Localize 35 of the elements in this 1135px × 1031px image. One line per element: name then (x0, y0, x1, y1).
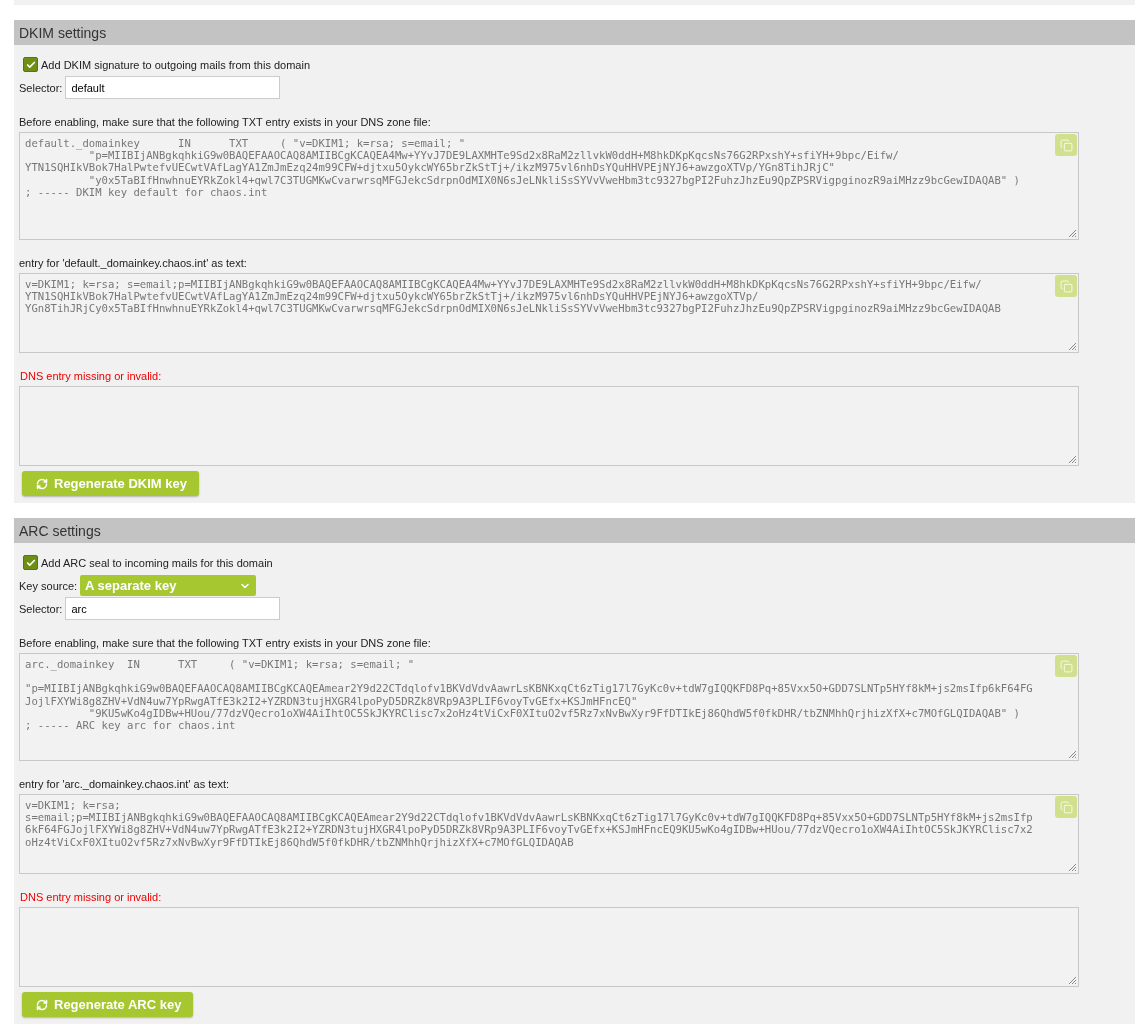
copy-icon (1059, 279, 1073, 293)
resize-handle-icon[interactable] (1068, 750, 1077, 759)
copy-icon (1059, 800, 1073, 814)
checkbox[interactable] (23, 57, 38, 72)
field-label: Key source: (19, 579, 78, 592)
checkbox[interactable] (23, 555, 38, 570)
copy-icon (1059, 138, 1073, 152)
checkbox-label: Add DKIM signature to outgoing mails from this domain (41, 58, 311, 71)
text-area[interactable]: arc._domainkey IN TXT ( "v=DKIM1; k=rsa; s=email; " "p=MIIBIjANBgkqhkiG9w0BAQEFAAOCAQ8AMIIBCgKCAQEAmear2Y9d22CTdqlofv1BKVdVdvAawrLsKBNKxqCt6zTig17l7GyKc0v+tdW7gIQQKFD8Pq+85Vxx5O+GDD7SLNTp5HYf8kM+js2msIfp6kF64FG JojlFXYWi8g8ZHV+VdN4uw7YpRwgATfE3k2I2+YZRDN3tujHXGR4lpoPyD5DRZk8VRp9A3PLIF6voyTvGEfx+KSJmHFncEQ" "9KU5wKo4gIDBw+HUou/77dzVQecro1oXW4AiIhtOC5SkJKYRClisc7x2oHz4tViCxF0XItuO2vf5Rz7xNvBwXyr9FfDTIkEj86QhdW5f0fkDHR/tbZNMhhQrjhizXfX+c7MOfGLQIDAQAB" ) ; ----- ARC key arc for chaos.int (19, 653, 1079, 761)
error-message: DNS entry missing or invalid: (19, 370, 163, 382)
field-label: entry for 'default._domainkey.chaos.int' as text: (19, 257, 248, 269)
resize-handle-icon[interactable] (1068, 342, 1077, 351)
field-label: Before enabling, make sure that the following TXT entry exists in your DNS zone file: (19, 116, 432, 128)
field-label: Before enabling, make sure that the following TXT entry exists in your DNS zone file: (19, 637, 432, 649)
field-label: entry for 'arc._domainkey.chaos.int' as text: (19, 778, 231, 790)
refresh-icon (36, 477, 48, 490)
copy-icon (1059, 659, 1073, 673)
section-title: DKIM settings (14, 20, 1135, 45)
field-label: Selector: (19, 81, 63, 94)
section-title: ARC settings (14, 518, 1135, 543)
error-message: DNS entry missing or invalid: (19, 891, 163, 903)
text-area[interactable]: v=DKIM1; k=rsa; s=email;p=MIIBIjANBgkqhkiG9w0BAQEFAAOCAQ8AMIIBCgKCAQEA4Mw+YYvJ7DE9LAXMHTe9Sd2x8RaM2zllvkW0ddH+M8hkDKpKqcsNs76G2RPxshY+sfiYH+9bpc/Eifw/ YTN1SQHIkVBok7HalPwtefvUECwtVAfLagYA1ZmJmEzq24m99CFW+djtxu5OykcWY65brZkStTj+/ikzM975vl6nhDsYQuHHVPEjNYJ6+awzgoXTVp/ YGn8TihJRjCy0x5TaBIfHnwhnuEYRkZokl4+qwl7C3TUGMKwCvarwrsqMFGJekcSdrpnOdMIX0N6sJeLNkliSsSYVvVweHbm3tc9327bgPI2FuhzJhzEu9QpZPSRVigpginozR9aiMHzz9bcGewIDAQAB (19, 273, 1079, 353)
resize-handle-icon[interactable] (1068, 229, 1077, 238)
selector-field[interactable]: arc (65, 597, 281, 620)
resize-handle-icon[interactable] (1068, 976, 1077, 985)
check-icon (25, 557, 36, 568)
checkbox-label: Add ARC seal to incoming mails for this domain (41, 556, 273, 569)
resize-handle-icon[interactable] (1068, 455, 1077, 464)
check-icon (25, 59, 36, 70)
resize-handle-icon[interactable] (1068, 863, 1077, 872)
refresh-icon (36, 998, 48, 1011)
selector-field[interactable]: default (65, 76, 281, 99)
text-area[interactable]: default._domainkey IN TXT ( "v=DKIM1; k=rsa; s=email; " "p=MIIBIjANBgkqhkiG9w0BAQEFAAOCAQ8AMIIBCgKCAQEA4Mw+YYvJ7DE9LAXMHTe9Sd2x8RaM2zllvkW0ddH+M8hkDKpKqcsNs76G2RPxshY+sfiYH+9bpc/Eifw/ YTN1SQHIkVBok7HalPwtefvUECwtVAfLagYA1ZmJmEzq24m99CFW+djtxu5OykcWY65brZkStTj+/ikzM975vl6nhDsYQuHHVPEjNYJ6+awzgoXTVp/YGn8TihJRjC" "y0x5TaBIfHnwhnuEYRkZokl4+qwl7C3TUGMKwCvarwrsqMFGJekcSdrpnOdMIX0N6sJeLNkliSsSYVvVweHbm3tc9327bgPI2FuhzJhzEu9QpZPSRVigpginozR9aiMHzz9bcGewIDAQAB" ) ; ----- DKIM key default for chaos.int (19, 132, 1079, 240)
text-area[interactable]: v=DKIM1; k=rsa; s=email;p=MIIBIjANBgkqhkiG9w0BAQEFAAOCAQ8AMIIBCgKCAQEAmear2Y9d22CTdqlofv1BKVdVdvAawrLsKBNKxqCt6zTig17l7GyKc0v+tdW7gIQQKFD8Pq+85Vxx5O+GDD7SLNTp5HYf8kM+js2msIfp 6kF64FGJojlFXYWi8g8ZHV+VdN4uw7YpRwgATfE3k2I2+YZRDN3tujHXGR4lpoPyD5DRZk8VRp9A3PLIF6voyTvGEfx+KSJmHFncEQ9KU5wKo4gIDBw+HUou/77dzVQecro1oXW4AiIhtOC5SkJKYRClisc7x2 oHz4tViCxF0XItuO2vf5Rz7xNvBwXyr9FfDTIkEj86QhdW5f0fkDHR/tbZNMhhQrjhizXfX+c7MOfGLQIDAQAB (19, 794, 1079, 874)
field-label: Selector: (19, 602, 63, 615)
